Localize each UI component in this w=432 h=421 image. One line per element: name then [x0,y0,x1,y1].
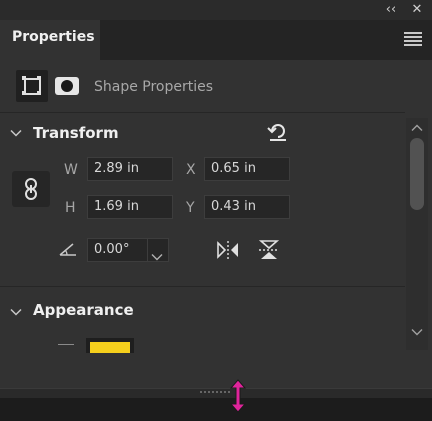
fill-icon [58,344,74,349]
tab-properties-label: Properties [12,29,95,45]
transform-section-title[interactable]: Transform [33,124,119,142]
chain-link-icon [25,178,37,200]
appearance-collapse-chevron-icon[interactable] [10,303,22,322]
resize-grip[interactable] [200,391,232,394]
angle-dropdown-chevron-icon[interactable] [151,246,163,265]
collapse-panel-button[interactable]: ‹‹ [382,2,400,18]
width-input[interactable]: 2.89 in [87,157,173,181]
divider [0,286,405,287]
x-input[interactable]: 0.65 in [204,157,290,181]
width-label: W [64,162,78,178]
flip-horizontal-icon[interactable] [215,240,241,264]
y-input[interactable]: 0.43 in [204,195,290,219]
height-label: H [65,200,76,216]
angle-dropdown-divider [147,239,148,261]
tab-properties[interactable]: Properties [0,20,100,60]
fill-color-swatch[interactable] [86,338,134,353]
angle-value: 0.00° [94,242,130,257]
angle-icon [58,241,78,261]
constrain-proportions-button[interactable] [12,171,50,207]
shape-properties-label: Shape Properties [94,79,214,95]
shape-bounds-icon[interactable] [16,70,48,102]
mask-icon[interactable] [55,77,79,95]
divider [0,112,405,113]
transform-collapse-chevron-icon[interactable] [10,124,22,143]
bottom-area [0,398,432,421]
panel-top-strip [0,0,432,20]
flip-vertical-icon[interactable] [257,238,281,266]
scroll-up-chevron-icon[interactable] [411,122,423,135]
hamburger-menu-icon[interactable] [404,32,422,46]
vertical-resize-cursor-icon [229,379,247,417]
reset-transform-icon[interactable] [267,122,289,146]
close-panel-button[interactable]: ✕ [408,2,426,18]
x-label: X [186,162,196,178]
y-label: Y [186,200,195,216]
height-input[interactable]: 1.69 in [87,195,173,219]
properties-panel [0,60,432,388]
scroll-down-chevron-icon[interactable] [411,326,423,339]
scrollbar-thumb[interactable] [410,138,424,210]
appearance-section-title[interactable]: Appearance [33,301,134,319]
